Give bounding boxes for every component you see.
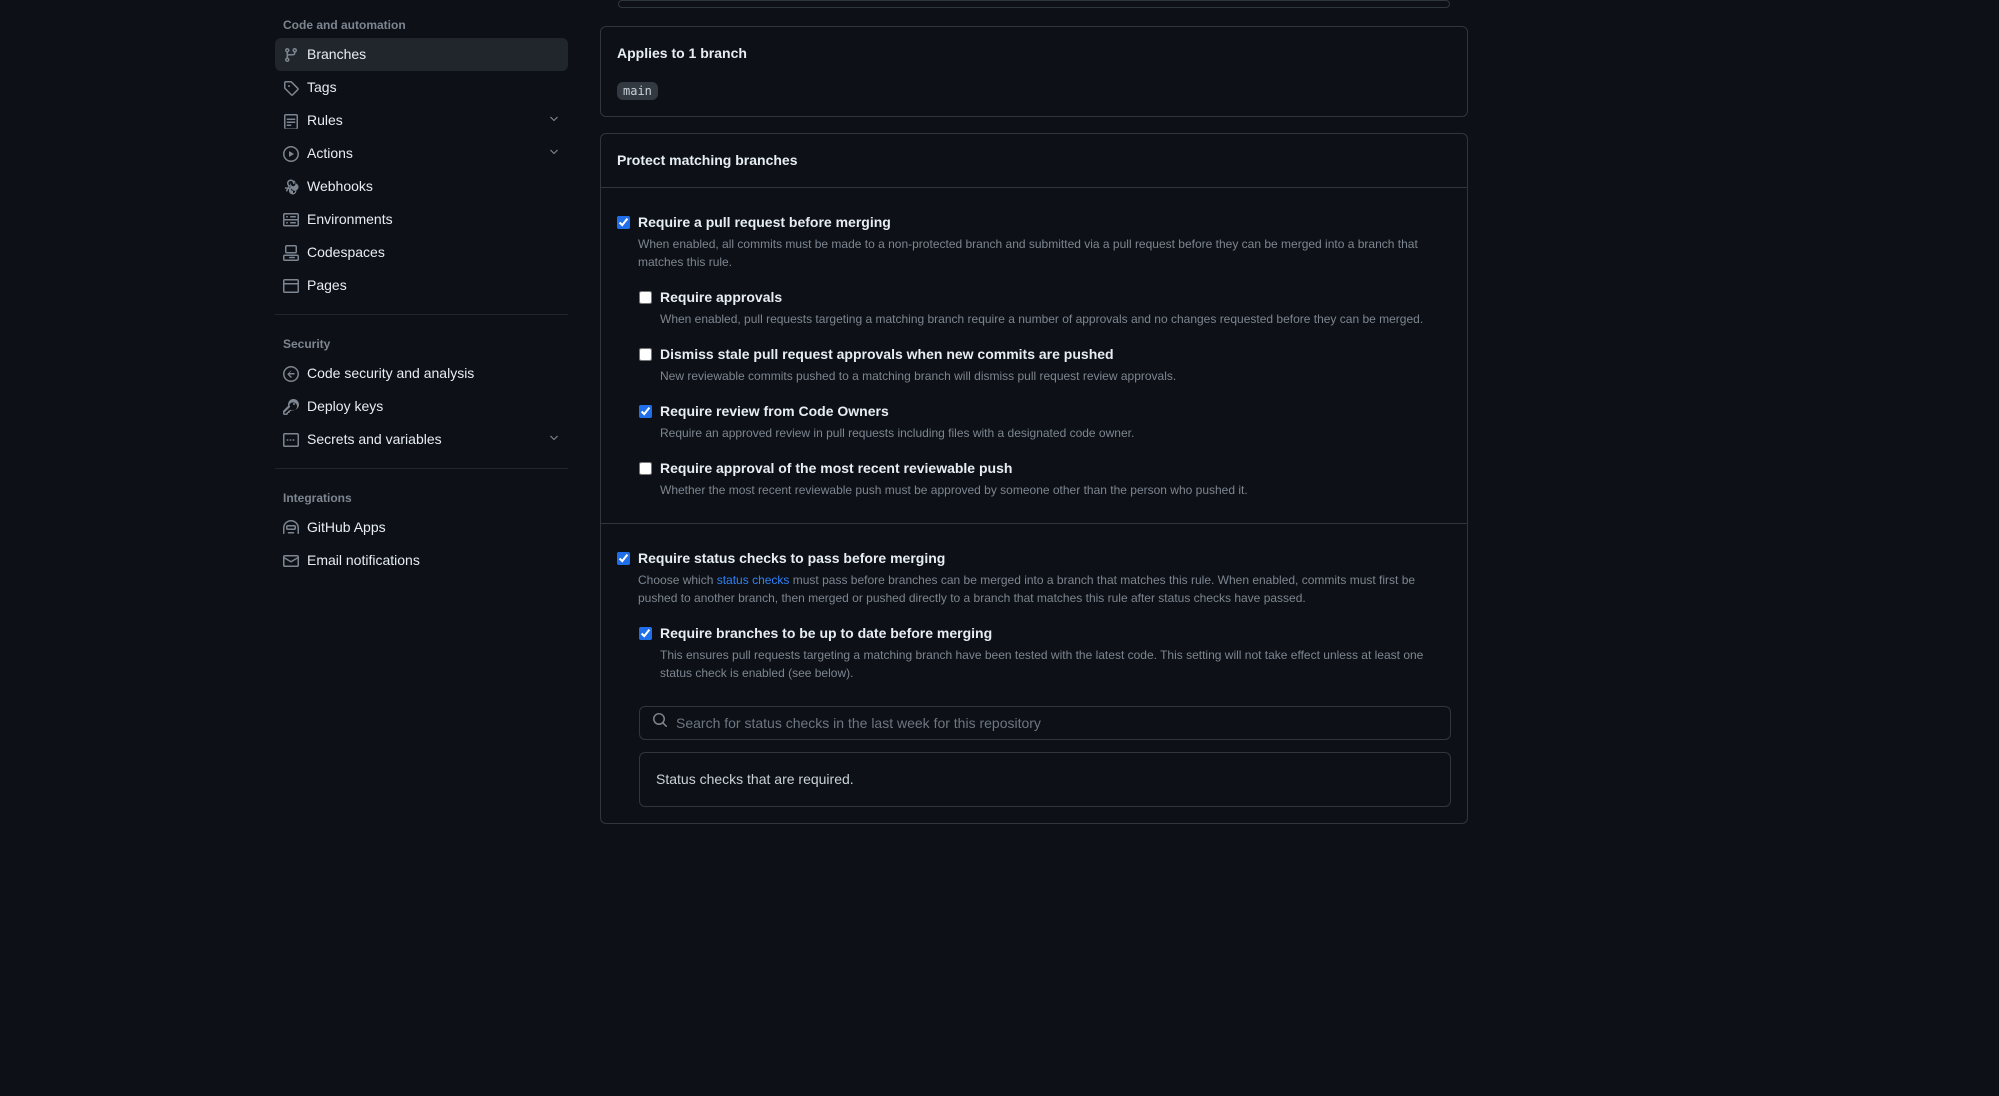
sidebar-item-secrets[interactable]: Secrets and variables <box>275 423 568 456</box>
sidebar-item-label: Environments <box>307 209 560 230</box>
sidebar-item-label: Code security and analysis <box>307 363 560 384</box>
dismiss-stale-row: Dismiss stale pull request approvals whe… <box>639 336 1451 393</box>
branch-name-tag: main <box>617 82 658 100</box>
require-pr-title: Require a pull request before merging <box>638 212 1451 233</box>
sidebar-item-environments[interactable]: Environments <box>275 203 568 236</box>
server-icon <box>283 212 299 228</box>
mail-icon <box>283 553 299 569</box>
require-status-row: Require status checks to pass before mer… <box>617 540 1451 615</box>
sidebar-item-rules[interactable]: Rules <box>275 104 568 137</box>
require-codeowners-row: Require review from Code Owners Require … <box>639 393 1451 450</box>
sidebar-item-github-apps[interactable]: GitHub Apps <box>275 511 568 544</box>
sidebar-item-label: Pages <box>307 275 560 296</box>
sidebar-item-email-notifications[interactable]: Email notifications <box>275 544 568 577</box>
require-recent-push-title: Require approval of the most recent revi… <box>660 458 1451 479</box>
require-status-desc: Choose which status checks must pass bef… <box>638 571 1451 607</box>
sidebar-item-pages[interactable]: Pages <box>275 269 568 302</box>
status-required-box: Status checks that are required. <box>639 752 1451 807</box>
require-recent-push-desc: Whether the most recent reviewable push … <box>660 481 1451 499</box>
require-recent-push-checkbox[interactable] <box>639 462 652 475</box>
dismiss-stale-desc: New reviewable commits pushed to a match… <box>660 367 1451 385</box>
sidebar-item-label: Tags <box>307 77 560 98</box>
require-up-to-date-title: Require branches to be up to date before… <box>660 623 1451 644</box>
sidebar-item-label: Webhooks <box>307 176 560 197</box>
status-checks-link[interactable]: status checks <box>717 573 790 587</box>
require-approvals-checkbox[interactable] <box>639 291 652 304</box>
dismiss-stale-title: Dismiss stale pull request approvals whe… <box>660 344 1451 365</box>
git-branch-icon <box>283 47 299 63</box>
sidebar-section-security: Security <box>275 327 568 357</box>
sidebar-item-tags[interactable]: Tags <box>275 71 568 104</box>
browser-icon <box>283 278 299 294</box>
require-up-to-date-row: Require branches to be up to date before… <box>639 615 1451 690</box>
require-codeowners-checkbox[interactable] <box>639 405 652 418</box>
protect-heading: Protect matching branches <box>601 134 1467 188</box>
chevron-down-icon <box>548 431 560 449</box>
require-approvals-desc: When enabled, pull requests targeting a … <box>660 310 1451 328</box>
require-codeowners-desc: Require an approved review in pull reque… <box>660 424 1451 442</box>
sidebar-item-webhooks[interactable]: Webhooks <box>275 170 568 203</box>
chevron-down-icon <box>548 112 560 130</box>
sidebar-section-integrations: Integrations <box>275 481 568 511</box>
sidebar-item-label: GitHub Apps <box>307 517 560 538</box>
sidebar-item-label: Rules <box>307 110 540 131</box>
sidebar-item-label: Branches <box>307 44 560 65</box>
rules-icon <box>283 113 299 129</box>
require-status-title: Require status checks to pass before mer… <box>638 548 1451 569</box>
require-pr-desc: When enabled, all commits must be made t… <box>638 235 1451 271</box>
require-pr-checkbox[interactable] <box>617 216 630 229</box>
tag-icon <box>283 80 299 96</box>
hubot-icon <box>283 520 299 536</box>
sidebar-item-branches[interactable]: Branches <box>275 38 568 71</box>
protect-card: Protect matching branches Require a pull… <box>600 133 1468 824</box>
sidebar-section-code: Code and automation <box>275 8 568 38</box>
search-icon <box>652 712 668 734</box>
play-icon <box>283 146 299 162</box>
status-search-input[interactable] <box>676 715 1438 731</box>
codescan-icon <box>283 366 299 382</box>
sidebar-item-label: Deploy keys <box>307 396 560 417</box>
dismiss-stale-checkbox[interactable] <box>639 348 652 361</box>
sidebar-item-actions[interactable]: Actions <box>275 137 568 170</box>
key-icon <box>283 399 299 415</box>
webhook-icon <box>283 179 299 195</box>
placeholder-box <box>618 0 1450 8</box>
sidebar-item-deploy-keys[interactable]: Deploy keys <box>275 390 568 423</box>
chevron-down-icon <box>548 145 560 163</box>
applies-to-card: Applies to 1 branch main <box>600 26 1468 117</box>
require-approvals-row: Require approvals When enabled, pull req… <box>639 279 1451 336</box>
sidebar-item-label: Email notifications <box>307 550 560 571</box>
sidebar-item-codespaces[interactable]: Codespaces <box>275 236 568 269</box>
require-up-to-date-desc: This ensures pull requests targeting a m… <box>660 646 1451 682</box>
status-search-box[interactable] <box>639 706 1451 740</box>
secrets-icon <box>283 432 299 448</box>
require-status-checkbox[interactable] <box>617 552 630 565</box>
require-up-to-date-checkbox[interactable] <box>639 627 652 640</box>
require-codeowners-title: Require review from Code Owners <box>660 401 1451 422</box>
sidebar-item-label: Codespaces <box>307 242 560 263</box>
require-pr-row: Require a pull request before merging Wh… <box>617 204 1451 279</box>
applies-to-heading: Applies to 1 branch <box>601 27 1467 80</box>
sidebar-item-code-security[interactable]: Code security and analysis <box>275 357 568 390</box>
sidebar-item-label: Actions <box>307 143 540 164</box>
codespaces-icon <box>283 245 299 261</box>
require-approvals-title: Require approvals <box>660 287 1451 308</box>
sidebar-item-label: Secrets and variables <box>307 429 540 450</box>
require-recent-push-row: Require approval of the most recent revi… <box>639 450 1451 507</box>
